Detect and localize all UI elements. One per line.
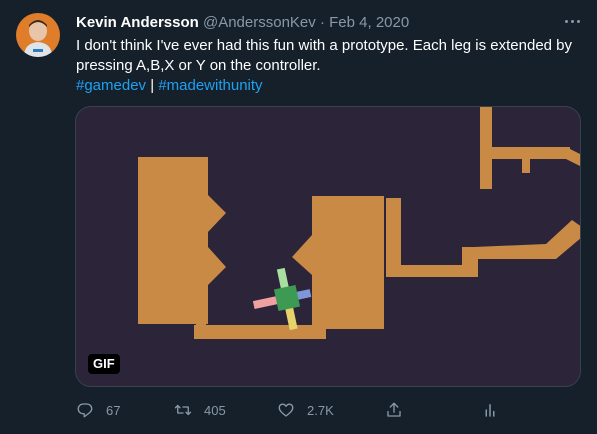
avatar-photo xyxy=(24,20,52,57)
hashtag-line: #gamedev | #madewithunity xyxy=(76,76,586,96)
avatar[interactable] xyxy=(16,13,60,57)
share-button[interactable] xyxy=(385,399,403,421)
more-icon[interactable] xyxy=(556,9,588,33)
author-handle[interactable]: @AnderssonKev xyxy=(203,14,316,31)
hashtag-gamedev[interactable]: #gamedev xyxy=(76,77,146,94)
like-count: 2.7K xyxy=(307,402,334,418)
analytics-icon xyxy=(485,404,495,417)
gif-badge: GIF xyxy=(88,354,120,374)
tweet-text: I don't think I've ever had this fun wit… xyxy=(76,37,573,74)
author-name[interactable]: Kevin Andersson xyxy=(76,14,199,31)
reply-icon xyxy=(77,403,93,418)
retweet-count: 405 xyxy=(204,402,226,418)
gif-media[interactable]: GIF xyxy=(75,106,581,387)
tweet-date[interactable]: Feb 4, 2020 xyxy=(329,14,409,31)
like-button[interactable]: 2.7K xyxy=(277,399,334,421)
reply-count: 67 xyxy=(106,402,121,418)
like-icon xyxy=(278,403,294,417)
action-bar: 67 405 2.7K xyxy=(76,399,596,421)
tweet-header: Kevin Andersson @AnderssonKev · Feb 4, 2… xyxy=(76,13,409,33)
separator-dot: · xyxy=(319,14,325,31)
retweet-icon xyxy=(174,404,192,416)
tweet-text-block: I don't think I've ever had this fun wit… xyxy=(76,36,586,96)
hashtag-separator: | xyxy=(150,77,155,94)
terrain-floor xyxy=(194,325,326,339)
share-icon xyxy=(387,402,401,417)
retweet-button[interactable]: 405 xyxy=(174,399,226,421)
analytics-button[interactable] xyxy=(481,399,499,421)
hashtag-madewithunity[interactable]: #madewithunity xyxy=(158,77,262,94)
reply-button[interactable]: 67 xyxy=(76,399,120,421)
game-scene xyxy=(76,107,580,386)
